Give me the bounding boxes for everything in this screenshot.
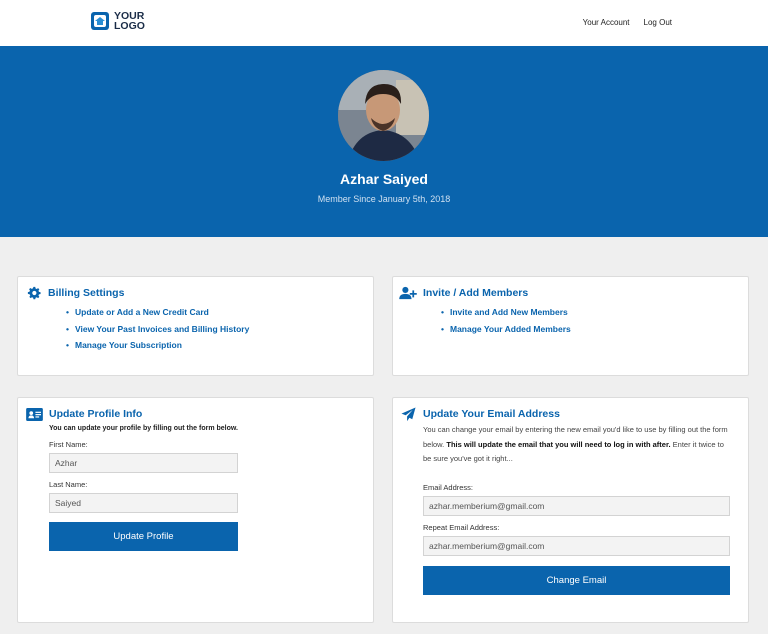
first-name-field[interactable] xyxy=(49,453,238,473)
manage-added-members-link[interactable]: Manage Your Added Members xyxy=(441,324,571,334)
logo-text: YOUR LOGO xyxy=(114,11,145,32)
logo[interactable]: YOUR LOGO xyxy=(90,11,145,31)
update-profile-card: Update Profile Info You can update your … xyxy=(17,397,374,623)
update-email-desc-bold: This will update the email that you will… xyxy=(446,439,671,449)
profile-banner: Azhar Saiyed Member Since January 5th, 2… xyxy=(0,46,768,237)
update-profile-subtitle: You can update your profile by filling o… xyxy=(49,425,239,432)
avatar xyxy=(338,70,429,161)
billing-links: Update or Add a New Credit Card View You… xyxy=(66,307,249,357)
update-profile-title: Update Profile Info xyxy=(49,408,143,420)
change-email-button[interactable]: Change Email xyxy=(423,566,730,595)
repeat-email-label: Repeat Email Address: xyxy=(423,523,500,532)
update-email-title: Update Your Email Address xyxy=(423,408,560,420)
gear-icon xyxy=(27,286,41,300)
avatar-photo xyxy=(338,70,429,161)
member-name: Azhar Saiyed xyxy=(340,171,428,187)
update-email-card: Update Your Email Address You can change… xyxy=(392,397,749,623)
top-header: YOUR LOGO Your Account Log Out xyxy=(0,0,768,46)
id-card-icon xyxy=(26,408,43,421)
invite-members-title: Invite / Add Members xyxy=(423,287,529,299)
paper-plane-icon xyxy=(401,407,416,422)
invite-new-members-link[interactable]: Invite and Add New Members xyxy=(441,307,571,317)
top-nav: Your Account Log Out xyxy=(583,18,672,27)
email-address-field[interactable] xyxy=(423,496,730,516)
update-profile-button[interactable]: Update Profile xyxy=(49,522,238,551)
log-out-link[interactable]: Log Out xyxy=(644,18,672,27)
member-since: Member Since January 5th, 2018 xyxy=(317,194,451,204)
last-name-field[interactable] xyxy=(49,493,238,513)
first-name-label: First Name: xyxy=(49,440,88,449)
billing-settings-title: Billing Settings xyxy=(48,287,125,299)
logo-mark-icon xyxy=(91,12,109,30)
past-invoices-link[interactable]: View Your Past Invoices and Billing Hist… xyxy=(66,324,249,334)
update-credit-card-link[interactable]: Update or Add a New Credit Card xyxy=(66,307,249,317)
email-address-label: Email Address: xyxy=(423,483,474,492)
last-name-label: Last Name: xyxy=(49,480,88,489)
invite-members-card: Invite / Add Members Invite and Add New … xyxy=(392,276,749,376)
your-account-link[interactable]: Your Account xyxy=(583,18,630,27)
add-user-icon xyxy=(399,286,417,300)
update-email-description: You can change your email by entering th… xyxy=(423,423,733,467)
logo-line2: LOGO xyxy=(114,20,145,32)
member-links: Invite and Add New Members Manage Your A… xyxy=(441,307,571,340)
manage-subscription-link[interactable]: Manage Your Subscription xyxy=(66,340,249,350)
billing-settings-card: Billing Settings Update or Add a New Cre… xyxy=(17,276,374,376)
repeat-email-field[interactable] xyxy=(423,536,730,556)
